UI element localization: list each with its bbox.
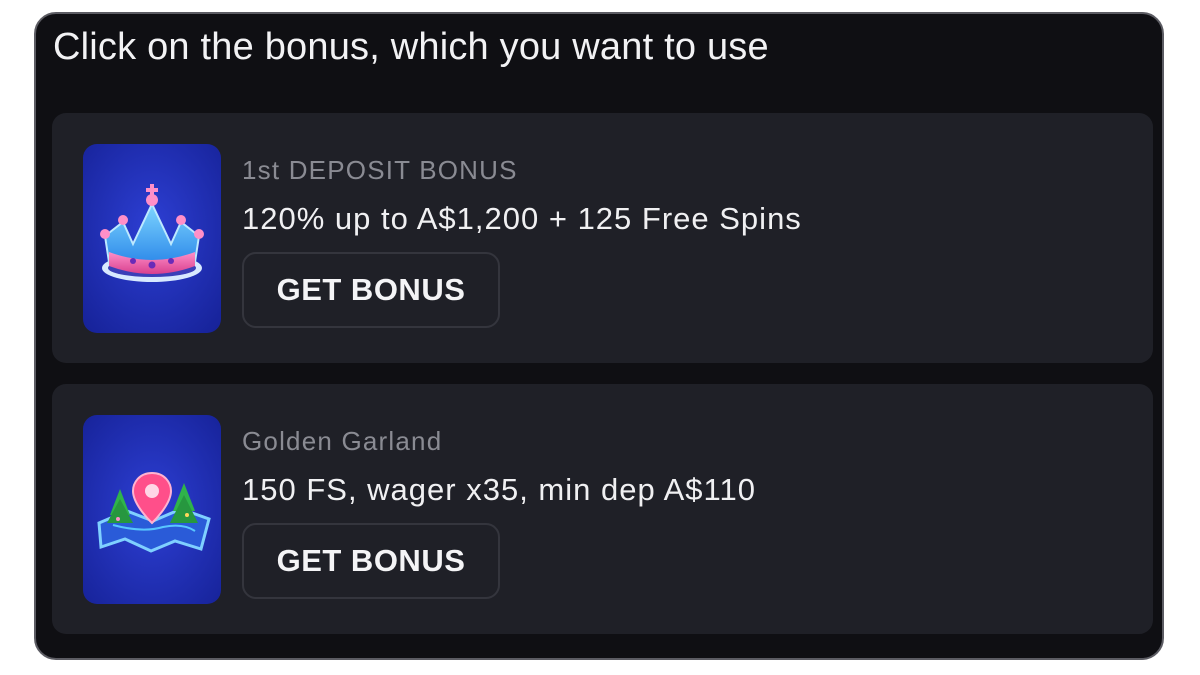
bonus-description: 120% up to A$1,200 + 125 Free Spins [242, 201, 802, 236]
bonus-card-deposit: 1st DEPOSIT BONUS 120% up to A$1,200 + 1… [52, 113, 1153, 363]
bonus-thumbnail [83, 144, 221, 333]
bonus-card-golden-garland: Golden Garland 150 FS, wager x35, min de… [52, 384, 1153, 634]
bonus-selector-panel: Click on the bonus, which you want to us… [34, 12, 1164, 660]
page-title: Click on the bonus, which you want to us… [53, 26, 769, 68]
get-bonus-button[interactable]: GET BONUS [242, 523, 500, 599]
bonus-thumbnail [83, 415, 221, 604]
get-bonus-button[interactable]: GET BONUS [242, 252, 500, 328]
bonus-label: Golden Garland [242, 426, 443, 456]
bonus-label: 1st DEPOSIT BONUS [242, 155, 518, 185]
bonus-description: 150 FS, wager x35, min dep A$110 [242, 472, 756, 507]
crown-icon [83, 144, 221, 333]
map-pin-icon [83, 415, 221, 604]
